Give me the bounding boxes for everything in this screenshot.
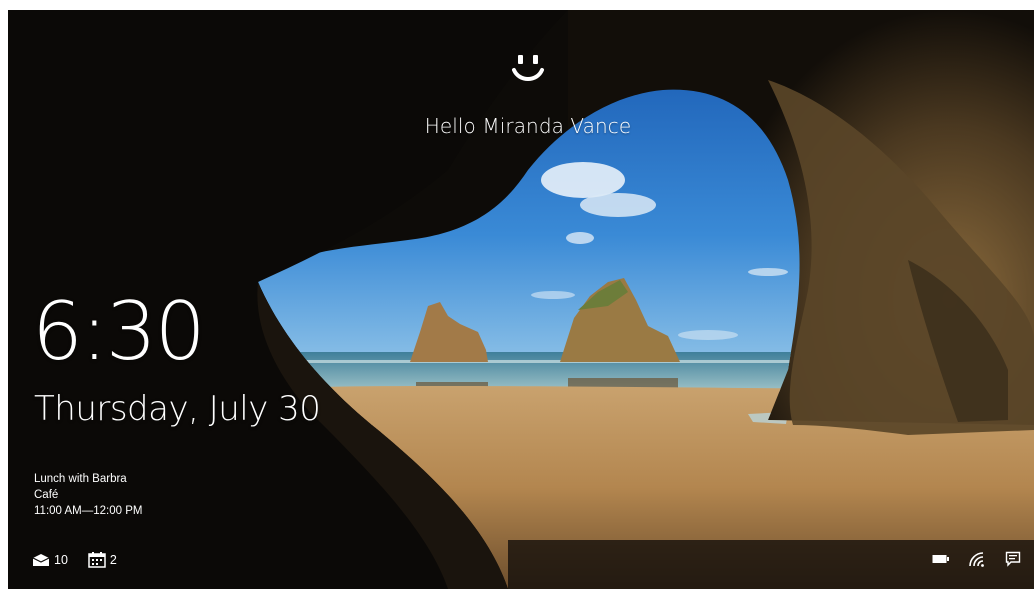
network-status[interactable] (966, 550, 988, 568)
mail-icon (32, 554, 50, 566)
event-location: Café (34, 489, 59, 501)
action-center-icon (1005, 551, 1021, 567)
window-frame: Hello Miranda Vance 6:30 Thursday, July … (0, 0, 1036, 591)
lock-screen[interactable]: Hello Miranda Vance 6:30 Thursday, July … (8, 10, 1034, 589)
mail-count: 10 (54, 553, 68, 567)
windows-hello-face-icon (512, 55, 544, 81)
wifi-icon (969, 552, 984, 567)
mail-badge: 10 (32, 553, 68, 567)
system-tray (916, 550, 1024, 568)
battery-status[interactable] (930, 550, 952, 568)
notifications-button[interactable] (1002, 550, 1024, 568)
lock-screen-time: 6:30 (32, 285, 206, 378)
lock-screen-badges: 10 2 (32, 552, 137, 568)
greeting-text: Hello Miranda Vance (424, 114, 632, 138)
calendar-badge: 2 (88, 552, 117, 568)
lock-screen-date: Thursday, July 30 (34, 389, 321, 429)
calendar-event: Lunch with Barbra Café 11:00 AM—12:00 PM (34, 471, 142, 519)
event-title: Lunch with Barbra (34, 473, 127, 485)
calendar-count: 2 (109, 553, 117, 567)
event-time: 11:00 AM—12:00 PM (34, 505, 143, 517)
battery-icon (932, 555, 949, 563)
calendar-icon (88, 552, 106, 568)
